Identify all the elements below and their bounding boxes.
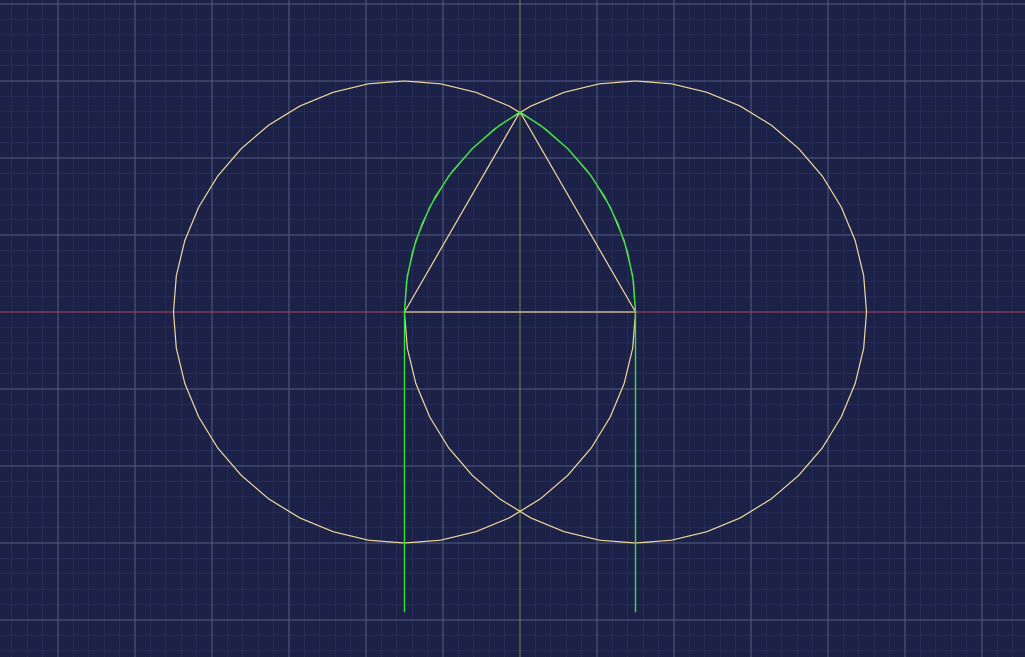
gothic-arch-construction-diagram: [0, 0, 1025, 657]
